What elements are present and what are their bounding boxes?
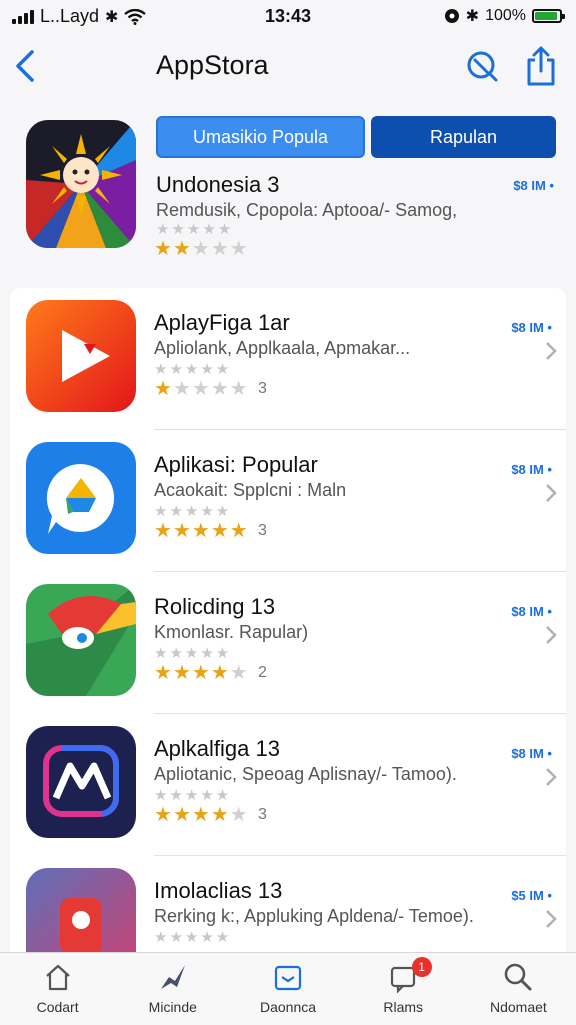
star-empty-icon: ★	[229, 662, 249, 684]
list-item[interactable]: AplayFiga 1ar $8 IM • Apliolank, Applkaa…	[10, 288, 566, 430]
app-name: Rolicding 13	[154, 594, 276, 619]
star-filled-icon: ★	[191, 520, 211, 542]
star-filled-icon: ★	[172, 520, 192, 542]
status-bar: L..Layd ✱ 13:43 ✱ 100%	[0, 0, 576, 32]
messenger-app-icon[interactable]	[26, 726, 136, 838]
home-icon	[45, 964, 70, 991]
star-filled-icon: ★	[172, 238, 192, 260]
app-list: AplayFiga 1ar $8 IM • Apliolank, Applkaa…	[10, 288, 566, 968]
tab-label: Micinde	[148, 999, 197, 1015]
featured-rating-stars: ★★★★★	[154, 236, 249, 261]
app-subtitle: Acaokait: Spplcni : Maln	[154, 480, 347, 500]
featured-app-icon[interactable]	[26, 120, 136, 248]
star-filled-icon: ★	[172, 662, 192, 684]
star-empty-icon: ★	[229, 238, 249, 260]
star-empty-icon: ★	[229, 804, 249, 826]
chevron-right-icon[interactable]	[544, 908, 558, 930]
app-name: Aplkalfiga 13	[154, 736, 280, 761]
games-icon	[274, 965, 302, 991]
rating-count: 3	[258, 522, 267, 539]
battery-percent: 100%	[485, 7, 526, 24]
battery-icon	[532, 9, 565, 23]
popular-button[interactable]: Umasikio Popula	[156, 116, 365, 158]
lock-rotation-icon	[444, 9, 459, 23]
star-empty-icon: ★	[210, 238, 230, 260]
share-icon[interactable]	[524, 44, 558, 88]
rating-stars: ★★★★★	[154, 802, 249, 827]
list-item[interactable]: Aplikasi: Popular $8 IM • Acaokait: Sppl…	[10, 430, 566, 572]
chat-app-icon[interactable]	[26, 442, 136, 554]
rapulan-button[interactable]: Rapulan	[371, 116, 556, 158]
tab-label: Ndomaet	[490, 999, 547, 1015]
app-name: AplayFiga 1ar	[154, 310, 290, 335]
tab-micinde[interactable]: Micinde	[115, 953, 230, 1025]
app-price[interactable]: $8 IM •	[511, 462, 552, 477]
bluetooth-status-icon: ✱	[465, 8, 480, 25]
star-filled-icon: ★	[154, 804, 173, 826]
chevron-right-icon[interactable]	[544, 340, 558, 362]
search-icon[interactable]	[464, 48, 500, 84]
faint-stars: ★★★★★	[154, 929, 232, 946]
tab-bar: Codart Micinde Daonnca 1 Rlams Ndomaet	[0, 952, 576, 1025]
star-filled-icon: ★	[154, 378, 173, 400]
star-filled-icon: ★	[154, 238, 173, 260]
chevron-right-icon[interactable]	[544, 482, 558, 504]
app-price[interactable]: $5 IM •	[511, 888, 552, 903]
star-empty-icon: ★	[191, 238, 211, 260]
list-item[interactable]: Rolicding 13 $8 IM • Kmonlasr. Rapular) …	[10, 572, 566, 714]
app-price[interactable]: $8 IM •	[511, 320, 552, 335]
rating-stars: ★★★★★	[154, 376, 249, 401]
app-subtitle: Rerking k:, Appluking Apldena/- Temoe).	[154, 906, 474, 926]
app-subtitle: Apliotanic, Speoag Aplisnay/- Tamoo).	[154, 764, 457, 784]
maps-app-icon[interactable]	[26, 584, 136, 696]
tab-label: Codart	[36, 999, 79, 1015]
rocket-icon	[160, 965, 185, 989]
back-button[interactable]	[10, 46, 42, 86]
search-icon	[505, 963, 532, 991]
tab-label: Rlams	[383, 999, 424, 1015]
star-filled-icon: ★	[210, 804, 230, 826]
rating-stars: ★★★★★	[154, 518, 249, 543]
page-title: AppStora	[156, 50, 269, 80]
video-app-icon[interactable]	[26, 300, 136, 412]
rating-count: 3	[258, 806, 267, 823]
status-right: ✱ 100%	[444, 6, 565, 26]
app-price[interactable]: $8 IM •	[511, 604, 552, 619]
tab-daonnca[interactable]: Daonnca	[230, 953, 345, 1025]
app-subtitle: Kmonlasr. Rapular)	[154, 622, 309, 642]
app-name: Imolaclias 13	[154, 878, 283, 903]
star-filled-icon: ★	[172, 804, 192, 826]
star-filled-icon: ★	[191, 662, 211, 684]
star-filled-icon: ★	[229, 520, 249, 542]
rating-count: 3	[258, 380, 267, 397]
featured-app[interactable]: Umasikio Popula Rapulan Undonesia 3 $8 I…	[0, 104, 576, 276]
app-price[interactable]: $8 IM •	[511, 746, 552, 761]
star-filled-icon: ★	[154, 520, 173, 542]
tab-rlams[interactable]: 1 Rlams	[346, 953, 461, 1025]
featured-app-price[interactable]: $8 IM •	[513, 178, 554, 193]
star-filled-icon: ★	[191, 804, 211, 826]
app-subtitle: Apliolank, Applkaala, Apmakar...	[154, 338, 411, 358]
star-filled-icon: ★	[210, 520, 230, 542]
chevron-right-icon[interactable]	[544, 624, 558, 646]
star-empty-icon: ★	[191, 378, 211, 400]
star-filled-icon: ★	[154, 662, 173, 684]
rating-count: 2	[258, 664, 267, 681]
featured-app-subtitle: Remdusik, Cpopola: Aptooa/- Samog,	[156, 200, 458, 220]
star-filled-icon: ★	[210, 662, 230, 684]
star-empty-icon: ★	[210, 378, 230, 400]
tab-label: Daonnca	[259, 999, 317, 1015]
nav-bar: AppStora	[0, 36, 576, 100]
chevron-right-icon[interactable]	[544, 766, 558, 788]
star-empty-icon: ★	[229, 378, 249, 400]
featured-app-name: Undonesia 3	[156, 172, 280, 197]
app-name: Aplikasi: Popular	[154, 452, 318, 477]
tab-codart[interactable]: Codart	[0, 953, 115, 1025]
list-item[interactable]: Aplkalfiga 13 $8 IM • Apliotanic, Speoag…	[10, 714, 566, 856]
rating-stars: ★★★★★	[154, 660, 249, 685]
tab-ndomaet[interactable]: Ndomaet	[461, 953, 576, 1025]
notification-badge: 1	[411, 957, 432, 977]
star-empty-icon: ★	[172, 378, 192, 400]
